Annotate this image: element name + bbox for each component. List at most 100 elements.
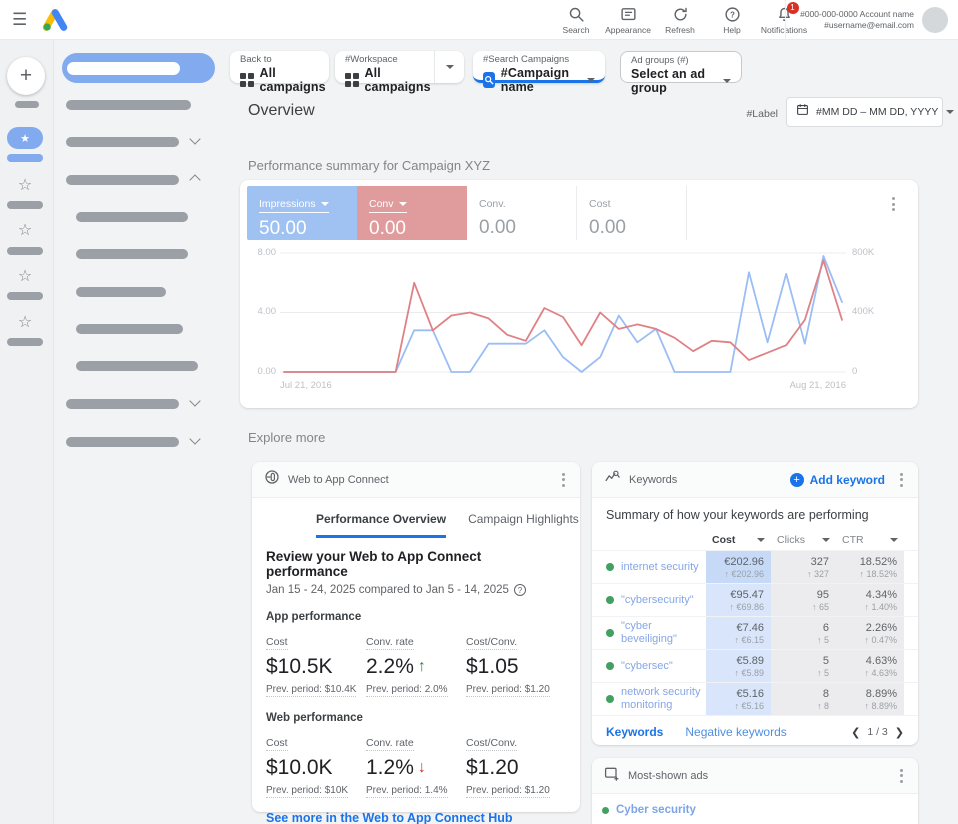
card-header: Most-shown ads <box>592 758 918 794</box>
nav-subitem[interactable] <box>76 249 188 259</box>
avatar[interactable] <box>922 7 948 33</box>
scorecard-value: 0.00 <box>369 218 455 240</box>
nav-item-expanded[interactable] <box>66 175 179 185</box>
rail-item-3[interactable]: ☆ <box>15 221 35 241</box>
workspace-dropdown-button[interactable] <box>434 51 464 83</box>
label-filter[interactable]: #Label <box>738 108 778 120</box>
metric-label: Cost/Conv. <box>466 636 517 650</box>
keywords-link[interactable]: Keywords <box>606 725 663 739</box>
status-dot-icon <box>606 596 614 604</box>
nav-subitem[interactable] <box>76 287 166 297</box>
scorecard-impressions[interactable]: Impressions 50.00 <box>247 186 357 240</box>
rail-item-4[interactable]: ☆ <box>15 267 35 287</box>
table-row[interactable]: "cybersec" €5.89↑ €5.89 5↑ 5 4.63%↑ 4.63… <box>592 649 918 682</box>
star-outline-icon: ☆ <box>18 268 32 285</box>
help-circle-icon[interactable]: ? <box>514 584 526 596</box>
date-range-picker[interactable]: #MM DD – MM DD, YYYY <box>786 97 943 127</box>
appearance-icon <box>620 6 637 23</box>
create-button[interactable]: + <box>7 57 45 95</box>
y2-axis-tick: 0 <box>852 366 857 377</box>
column-header-ctr[interactable]: CTR <box>836 530 904 550</box>
app-performance-metrics: Cost $10.5K Prev. period: $10.4K Conv. r… <box>266 632 566 697</box>
scorecard-conv[interactable]: Conv 0.00 <box>357 186 467 240</box>
nav-item[interactable] <box>66 137 179 147</box>
search-button[interactable]: Search <box>550 0 602 40</box>
table-row[interactable]: "cybersecurity" €95.47↑ €69.86 95↑ 65 4.… <box>592 583 918 616</box>
scorecard-conv2[interactable]: Conv. 0.00 <box>467 186 577 240</box>
nav-subitem[interactable] <box>76 361 198 371</box>
caret-down-icon <box>890 538 898 542</box>
ad-group-selector-chip[interactable]: Ad groups (#) Select an ad group <box>620 51 742 83</box>
most-shown-ads-card: Most-shown ads Cyber security <box>592 758 918 824</box>
nav-subitem[interactable] <box>76 212 188 222</box>
cost-cell: €5.16↑ €5.16 <box>706 683 771 715</box>
chevron-right-icon[interactable]: ❯ <box>895 726 904 739</box>
rail-item-selected[interactable]: ★ <box>7 127 43 149</box>
tab-campaign-highlights[interactable]: Campaign Highlights <box>468 512 579 538</box>
chevron-left-icon[interactable]: ❮ <box>851 726 860 739</box>
overflow-menu-icon[interactable] <box>897 470 906 490</box>
nav-item[interactable] <box>66 100 191 110</box>
chevron-down-icon[interactable] <box>189 395 200 406</box>
tab-performance-overview[interactable]: Performance Overview <box>316 512 446 538</box>
rail-item-5[interactable]: ☆ <box>15 313 35 333</box>
overflow-menu-icon[interactable] <box>889 194 898 214</box>
metric-prev: Prev. period: $10.4K <box>266 684 356 697</box>
star-outline-icon: ☆ <box>18 314 32 331</box>
scorecard-cost[interactable]: Cost 0.00 <box>577 186 687 240</box>
cost-cell: €5.89↑ €5.89 <box>706 650 771 682</box>
menu-icon[interactable]: ☰ <box>12 10 32 30</box>
metric-label: Cost <box>266 737 288 751</box>
x-axis-start: Jul 21, 2016 <box>280 380 332 391</box>
chevron-down-icon[interactable] <box>189 433 200 444</box>
explore-section-title: Explore more <box>248 430 325 445</box>
date-range-value: #MM DD – MM DD, YYYY <box>816 106 938 118</box>
svg-text:?: ? <box>730 10 735 19</box>
metric-value: $1.20 <box>466 756 519 780</box>
overflow-menu-icon[interactable] <box>897 766 906 786</box>
account-info[interactable]: #000-000-0000 Account name #username@ema… <box>785 0 914 40</box>
workspace-chip[interactable]: #Workspace All campaigns <box>335 51 464 83</box>
chevron-up-icon[interactable] <box>189 174 200 185</box>
scorecard-label: Conv <box>369 198 394 210</box>
web-to-app-hub-link[interactable]: See more in the Web to App Connect Hub <box>266 811 566 824</box>
add-keyword-button[interactable]: + Add keyword <box>790 473 885 487</box>
metric-cost: Cost $10.0K Prev. period: $10K <box>266 733 366 798</box>
column-header-clicks[interactable]: Clicks <box>771 530 836 550</box>
table-row[interactable]: network security monitoring €5.16↑ €5.16… <box>592 682 918 715</box>
metric-label: Conv. rate <box>366 636 414 650</box>
nav-item-selected[interactable] <box>62 53 215 83</box>
caret-down-icon <box>946 110 954 114</box>
column-header-cost[interactable]: Cost <box>706 530 771 550</box>
card-header: Web to App Connect <box>252 462 580 498</box>
overflow-menu-icon[interactable] <box>559 470 568 490</box>
refresh-button[interactable]: Refresh <box>654 0 706 40</box>
most-shown-ad-group[interactable]: Cyber security <box>592 794 918 816</box>
rail-item-2[interactable]: ☆ <box>15 176 35 196</box>
back-to-all-campaigns-chip[interactable]: Back to All campaigns <box>230 51 329 83</box>
performance-line-chart[interactable] <box>280 250 846 378</box>
y2-axis-tick: 800K <box>852 247 874 258</box>
table-row[interactable]: internet security €202.96↑ €202.96 327↑ … <box>592 550 918 583</box>
status-dot-icon <box>606 695 614 703</box>
keywords-table-header: Cost Clicks CTR <box>592 530 918 550</box>
appearance-button[interactable]: Appearance <box>602 0 654 40</box>
negative-keywords-link[interactable]: Negative keywords <box>685 725 786 739</box>
chip-label: #Campaign name <box>501 66 578 94</box>
scorecard-label: Cost <box>589 198 611 210</box>
table-row[interactable]: "cyber beveiliging" €7.46↑ €6.15 6↑ 5 2.… <box>592 616 918 649</box>
nav-subitem[interactable] <box>76 324 183 334</box>
metric-value: 2.2% <box>366 655 414 679</box>
metric-cost-conv: Cost/Conv. $1.05 Prev. period: $1.20 <box>466 632 566 697</box>
rail-label-placeholder <box>15 101 39 108</box>
chip-eyebrow: Back to <box>240 54 319 65</box>
nav-item[interactable] <box>66 437 179 447</box>
y-axis-tick: 8.00 <box>248 247 276 258</box>
chevron-down-icon[interactable] <box>189 133 200 144</box>
help-button[interactable]: ? Help <box>706 0 758 40</box>
nav-item[interactable] <box>66 399 179 409</box>
campaign-selector-chip[interactable]: #Search Campaigns #Campaign name <box>473 51 605 83</box>
x-axis-end: Aug 21, 2016 <box>789 380 846 391</box>
search-campaign-icon <box>483 72 495 88</box>
metric-value: $10.5K <box>266 655 333 679</box>
